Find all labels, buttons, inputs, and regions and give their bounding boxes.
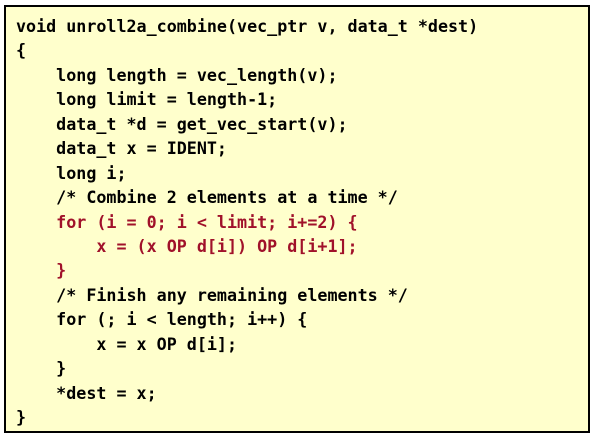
code-comment-combine: /* Combine 2 elements at a time */ [16,187,398,208]
code-comment-finish: /* Finish any remaining elements */ [16,284,408,305]
code-line-store-result: *dest = x; [16,382,157,403]
code-line-remainder-loop-body: x = x OP d[i]; [16,333,238,354]
code-line-length-decl: long length = vec_length(v); [16,64,338,85]
code-line-unrolled-loop-close: } [16,260,67,281]
code-line-accumulator-decl: data_t x = IDENT; [16,138,227,159]
code-line-data-pointer-decl: data_t *d = get_vec_start(v); [16,113,348,134]
code-line-remainder-loop-close: } [16,358,67,379]
code-line-function-signature: void unroll2a_combine(vec_ptr v, data_t … [16,16,479,36]
code-line-unrolled-loop-header: for (i = 0; i < limit; i+=2) { [16,211,358,232]
code-line-close-brace: } [16,407,27,427]
code-line-unrolled-loop-body: x = (x OP d[i]) OP d[i+1]; [16,235,358,256]
code-listing: void unroll2a_combine(vec_ptr v, data_t … [4,5,590,433]
code-line-remainder-loop-header: for (; i < length; i++) { [16,309,308,330]
code-line-limit-decl: long limit = length-1; [16,89,278,110]
code-line-open-brace: { [16,40,27,61]
code-line-index-decl: long i; [16,162,127,183]
